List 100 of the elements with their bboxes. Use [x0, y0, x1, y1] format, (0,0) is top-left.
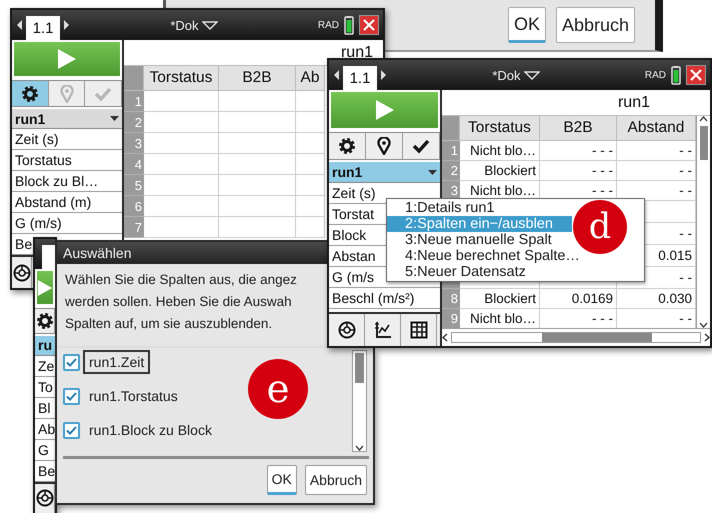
column-list-item[interactable]: G (m/s) [12, 213, 122, 234]
row-number: 2 [124, 112, 144, 133]
vertical-scrollbar[interactable] [696, 116, 710, 328]
table-cell [296, 91, 325, 112]
marker-button[interactable] [366, 133, 403, 159]
page-tab[interactable]: 1.1 [26, 16, 60, 40]
close-icon [363, 19, 375, 31]
left-arrow-icon [333, 69, 340, 81]
dataset-selector[interactable]: run1 [12, 109, 122, 130]
column-list-item[interactable]: Torstatus [12, 150, 122, 172]
scroll-right-icon [704, 333, 710, 342]
close-button[interactable] [359, 15, 379, 35]
table-cell [296, 133, 325, 154]
row-number: 6 [124, 196, 144, 217]
dialog-instructions: Wählen Sie die Spalten aus, die angez werden sollen. Heben Sie die Auswah Spalten auf, um sie auszublenden. [55, 264, 327, 348]
play-button[interactable] [14, 42, 120, 76]
gauge-icon [12, 264, 30, 282]
row-number: 2 [442, 161, 460, 181]
column-header[interactable]: Torstatus [460, 116, 540, 141]
table-cell: 0.0169 [540, 289, 617, 309]
play-icon [374, 99, 394, 121]
row-number: 3 [124, 133, 144, 154]
angle-mode-label: RAD [644, 70, 666, 80]
table-cell: - - - [540, 141, 617, 161]
checkbox[interactable] [63, 354, 80, 370]
close-button[interactable] [686, 65, 706, 85]
scrollbar-thumb[interactable] [700, 126, 708, 160]
column-list-item[interactable]: Block zu Bl… [12, 171, 122, 192]
play-button[interactable] [37, 271, 53, 304]
horizontal-scrollbar[interactable] [442, 328, 710, 346]
dropdown-caret-icon [110, 116, 119, 122]
column-header[interactable]: Abstand [617, 116, 696, 141]
gear-icon [36, 312, 54, 330]
column-header[interactable]: Torstatus [144, 66, 219, 91]
caret-icon [202, 20, 218, 30]
dataset-title: run1 [340, 44, 373, 62]
checkbox[interactable] [63, 388, 80, 404]
dataset-title: run1 [618, 94, 650, 112]
gear-icon [20, 84, 39, 103]
column-header[interactable]: B2B [219, 66, 296, 91]
document-title[interactable]: *Dok [492, 68, 521, 82]
table-cell [296, 154, 325, 175]
column-header[interactable]: Ab [296, 66, 325, 91]
meter-button[interactable] [35, 484, 55, 513]
row-number: 9 [442, 309, 460, 329]
option-label[interactable]: run1.Zeit [83, 350, 150, 374]
gauge-icon [338, 321, 356, 339]
column-list-item[interactable]: Zeit (s) [12, 129, 122, 150]
dialog-button[interactable]: Abbruch [304, 465, 367, 495]
meter-button[interactable] [12, 257, 32, 288]
document-title[interactable]: *Dok [170, 18, 199, 32]
scroll-down-icon [355, 445, 364, 451]
table-cell: Blockiert [460, 289, 540, 309]
angle-mode-label: RAD [318, 20, 339, 30]
caret-icon [524, 70, 540, 80]
table-cell [296, 112, 325, 133]
option-label[interactable]: run1.Torstatus [83, 384, 184, 408]
row-number: 7 [124, 217, 144, 238]
close-icon [690, 69, 702, 81]
gauge-icon [36, 489, 54, 508]
scroll-up-icon [699, 116, 708, 122]
dialog-button[interactable]: Abbruch [556, 7, 635, 43]
row-number: 1 [124, 91, 144, 112]
check-icon [66, 426, 77, 434]
battery-icon [342, 15, 356, 35]
settings-button[interactable] [35, 309, 55, 334]
settings-button[interactable] [12, 81, 49, 106]
table-cell [296, 196, 325, 217]
row-number: 4 [124, 154, 144, 175]
grid-icon [410, 321, 428, 339]
column-list-item[interactable]: Beschl (m/s²) [329, 288, 440, 309]
dropdown-caret-icon [428, 170, 437, 174]
scroll-down-icon [699, 322, 708, 328]
table-cell: Blockiert [460, 161, 540, 181]
pin-icon [377, 137, 391, 155]
check-button[interactable] [403, 133, 440, 159]
row-number: 5 [124, 175, 144, 196]
check-icon [66, 358, 77, 366]
checkbox[interactable] [63, 422, 80, 438]
option-label[interactable]: run1.Block zu Block [83, 418, 218, 442]
settings-button[interactable] [329, 133, 366, 159]
dialog-button[interactable]: OK [508, 7, 546, 43]
dialog-button[interactable]: OK [266, 465, 297, 495]
right-arrow-icon [380, 69, 387, 81]
right-arrow-icon [63, 19, 70, 31]
table-cell: Nicht blo… [460, 141, 540, 161]
play-button[interactable] [331, 92, 438, 128]
check-icon [412, 138, 430, 154]
left-arrow-icon [16, 19, 23, 31]
row-number: 8 [442, 289, 460, 309]
column-list-item[interactable]: Abstand (m) [12, 192, 122, 214]
scrollbar-thumb[interactable] [542, 333, 652, 342]
column-header[interactable]: B2B [540, 116, 617, 141]
vertical-scrollbar[interactable] [352, 350, 367, 452]
play-icon [57, 48, 77, 70]
dataset-selector[interactable]: ru [35, 336, 55, 356]
dataset-selector[interactable]: run1 [329, 162, 440, 183]
page-tab[interactable]: 1.1 [343, 66, 377, 90]
scrollbar-thumb[interactable] [355, 353, 364, 383]
pin-icon [60, 84, 74, 103]
